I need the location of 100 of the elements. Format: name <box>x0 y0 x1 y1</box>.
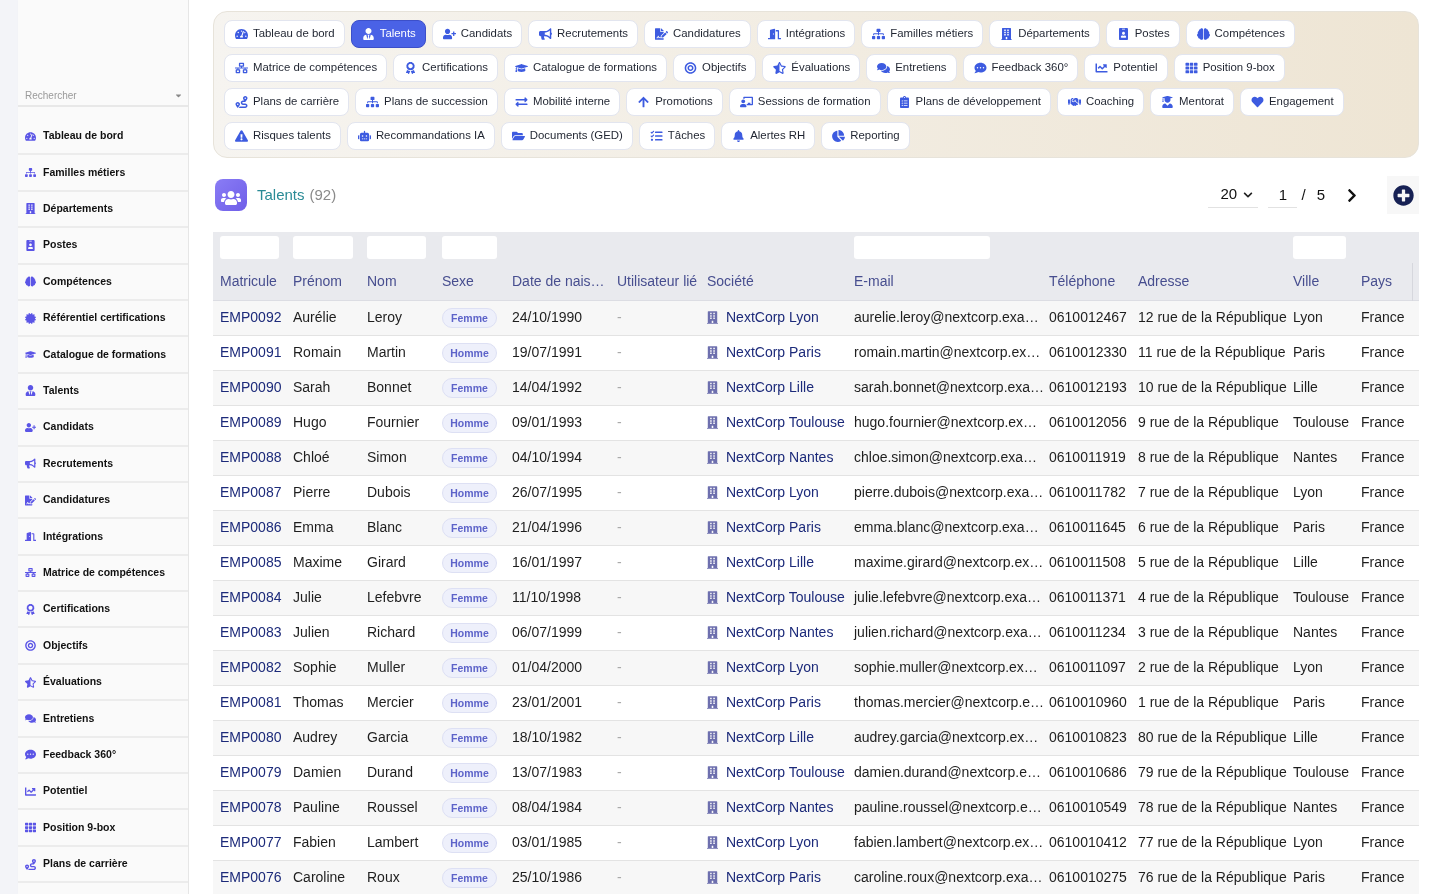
matricule-link[interactable]: EMP0080 <box>220 729 282 745</box>
nav-tab[interactable]: Certifications <box>393 54 498 82</box>
company-link[interactable]: NextCorp Lyon <box>726 307 819 328</box>
nav-tab[interactable]: Coaching <box>1056 88 1145 116</box>
sidebar-item[interactable]: Évaluations <box>18 664 188 702</box>
nav-tab[interactable]: Sessions de formation <box>728 88 881 116</box>
nav-tab[interactable]: Catalogue de formations <box>503 54 668 82</box>
nav-tab[interactable]: Tâches <box>638 122 716 150</box>
matricule-link[interactable]: EMP0090 <box>220 379 282 395</box>
column-header[interactable]: E-mail <box>854 272 894 289</box>
page-input[interactable]: 1 <box>1268 182 1298 208</box>
column-header[interactable]: Date de nais… <box>512 272 605 289</box>
nav-tab[interactable]: Position 9-box <box>1173 54 1285 82</box>
sidebar-item[interactable]: Départements <box>18 191 188 229</box>
company-link[interactable]: NextCorp Nantes <box>726 447 834 468</box>
company-link[interactable]: NextCorp Paris <box>726 342 821 363</box>
company-link[interactable]: NextCorp Nantes <box>726 797 834 818</box>
sidebar-item[interactable]: Feedback 360° <box>18 737 188 775</box>
matricule-link[interactable]: EMP0088 <box>220 449 282 465</box>
nav-tab[interactable]: Matrice de compétences <box>224 54 388 82</box>
nav-tab[interactable]: Promotions <box>626 88 723 116</box>
nav-tab[interactable]: Recrutements <box>528 20 638 48</box>
sidebar-item[interactable]: Candidatures <box>18 482 188 520</box>
matricule-link[interactable]: EMP0083 <box>220 624 282 640</box>
column-header[interactable]: Société <box>707 272 754 289</box>
column-header[interactable]: Matricule <box>220 272 277 289</box>
nav-tab[interactable]: Mobilité interne <box>503 88 621 116</box>
nav-tab[interactable]: Feedback 360° <box>962 54 1079 82</box>
sidebar-item[interactable]: Talents <box>18 373 188 411</box>
column-header[interactable]: Sexe <box>442 272 474 289</box>
sidebar-item[interactable]: Compétences <box>18 264 188 301</box>
search-field[interactable]: Rechercher <box>18 85 188 107</box>
matricule-link[interactable]: EMP0092 <box>220 309 282 325</box>
nav-tab[interactable]: Candidatures <box>644 20 751 48</box>
matricule-link[interactable]: EMP0085 <box>220 554 282 570</box>
nav-tab[interactable]: Talents <box>350 20 426 48</box>
column-header[interactable]: Ville <box>1293 272 1320 289</box>
nav-tab[interactable]: Mentorat <box>1150 88 1234 116</box>
sidebar-item[interactable]: Intégrations <box>18 519 188 556</box>
company-link[interactable]: NextCorp Lyon <box>726 832 819 853</box>
sidebar-item[interactable]: Certifications <box>18 592 188 629</box>
sidebar-item[interactable]: Tableau de bord <box>18 119 188 156</box>
column-header[interactable]: Adresse <box>1138 272 1190 289</box>
matricule-link[interactable]: EMP0089 <box>220 414 282 430</box>
company-link[interactable]: NextCorp Paris <box>726 692 821 713</box>
page-size-select[interactable]: 20 <box>1208 182 1259 208</box>
matricule-link[interactable]: EMP0077 <box>220 834 282 850</box>
nav-tab[interactable]: Départements <box>989 20 1100 48</box>
company-link[interactable]: NextCorp Nantes <box>726 622 834 643</box>
nav-tab[interactable]: Risques talents <box>224 122 341 150</box>
nav-tab[interactable]: Reporting <box>821 122 910 150</box>
column-header[interactable]: Utilisateur lié <box>617 272 698 289</box>
sidebar-item[interactable]: Référentiel certifications <box>18 300 188 338</box>
matricule-link[interactable]: EMP0079 <box>220 764 282 780</box>
company-link[interactable]: NextCorp Lyon <box>726 657 819 678</box>
sidebar-item[interactable]: Familles métiers <box>18 155 188 192</box>
nav-tab[interactable]: Recommandations IA <box>346 122 495 150</box>
nav-tab[interactable]: Entretiens <box>866 54 957 82</box>
nav-tab[interactable]: Plans de développement <box>886 88 1051 116</box>
nav-tab[interactable]: Alertes RH <box>721 122 816 150</box>
matricule-link[interactable]: EMP0087 <box>220 484 282 500</box>
sidebar-item[interactable]: Position 9-box <box>18 810 188 847</box>
nav-tab[interactable]: Engagement <box>1240 88 1344 116</box>
matricule-link[interactable]: EMP0086 <box>220 519 282 535</box>
company-link[interactable]: NextCorp Lille <box>726 377 814 398</box>
matricule-link[interactable]: EMP0082 <box>220 659 282 675</box>
nav-tab[interactable]: Documents (GED) <box>500 122 633 150</box>
company-link[interactable]: NextCorp Toulouse <box>726 587 845 608</box>
nav-tab[interactable]: Plans de succession <box>355 88 498 116</box>
matricule-link[interactable]: EMP0084 <box>220 589 282 605</box>
sidebar-item[interactable]: Matrice de compétences <box>18 555 188 593</box>
sidebar-item[interactable]: Plans de carrière <box>18 846 188 884</box>
company-link[interactable]: NextCorp Toulouse <box>726 762 845 783</box>
column-header[interactable]: Prénom <box>293 272 343 289</box>
sidebar-item[interactable]: Candidats <box>18 410 188 447</box>
matricule-link[interactable]: EMP0078 <box>220 799 282 815</box>
company-link[interactable]: NextCorp Paris <box>726 867 821 888</box>
nav-tab[interactable]: Évaluations <box>762 54 861 82</box>
company-link[interactable]: NextCorp Lille <box>726 552 814 573</box>
nav-tab[interactable]: Intégrations <box>756 20 856 48</box>
column-header[interactable]: Pays <box>1361 272 1393 289</box>
nav-tab[interactable]: Compétences <box>1185 20 1295 48</box>
matricule-link[interactable]: EMP0091 <box>220 344 282 360</box>
nav-tab[interactable]: Familles métiers <box>861 20 984 48</box>
sidebar-item[interactable]: Postes <box>18 228 188 265</box>
sidebar-item[interactable]: Entretiens <box>18 701 188 738</box>
nav-tab[interactable]: Plans de carrière <box>224 88 350 116</box>
sidebar-item[interactable]: Catalogue de formations <box>18 337 188 374</box>
add-button[interactable] <box>1387 176 1419 214</box>
column-header[interactable]: Téléphone <box>1049 272 1116 289</box>
matricule-link[interactable]: EMP0076 <box>220 869 282 885</box>
nav-tab[interactable]: Objectifs <box>673 54 757 82</box>
company-link[interactable]: NextCorp Lille <box>726 727 814 748</box>
nav-tab[interactable]: Tableau de bord <box>224 20 345 48</box>
sidebar-item[interactable]: Potentiel <box>18 774 188 811</box>
company-link[interactable]: NextCorp Toulouse <box>726 412 845 433</box>
sidebar-item[interactable]: Recrutements <box>18 446 188 483</box>
nav-tab[interactable]: Potentiel <box>1084 54 1168 82</box>
nav-tab[interactable]: Candidats <box>431 20 523 48</box>
company-link[interactable]: NextCorp Paris <box>726 517 821 538</box>
